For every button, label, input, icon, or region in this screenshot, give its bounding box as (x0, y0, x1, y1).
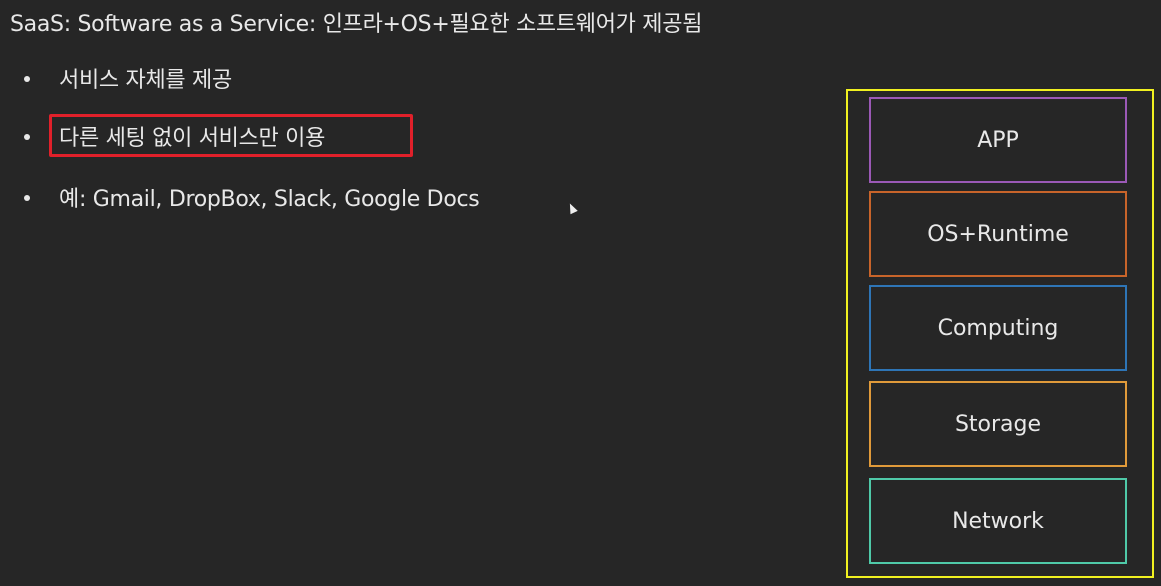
bullet-dot-icon (24, 195, 30, 201)
layer-computing: Computing (869, 285, 1127, 371)
bullet-text: 예: Gmail, DropBox, Slack, Google Docs (59, 187, 480, 212)
slide-title: SaaS: Software as a Service: 인프라+OS+필요한 … (10, 12, 703, 37)
layer-storage: Storage (869, 381, 1127, 467)
layer-label: Network (952, 508, 1044, 534)
bullet-item: 서비스 자체를 제공 (24, 62, 232, 94)
mouse-cursor-icon (566, 201, 578, 215)
layer-label: Storage (954, 411, 1042, 437)
highlight-box (49, 114, 413, 157)
layer-label: Computing (937, 315, 1059, 341)
bullet-text: 서비스 자체를 제공 (59, 68, 232, 93)
bullet-item: 예: Gmail, DropBox, Slack, Google Docs (24, 181, 480, 213)
bullet-dot-icon (24, 134, 30, 140)
layer-network: Network (869, 478, 1127, 564)
layer-label: APP (977, 127, 1019, 153)
layer-label: OS+Runtime (927, 221, 1069, 247)
layer-app: APP (869, 97, 1127, 183)
layer-os-runtime: OS+Runtime (869, 191, 1127, 277)
bullet-dot-icon (24, 76, 30, 82)
